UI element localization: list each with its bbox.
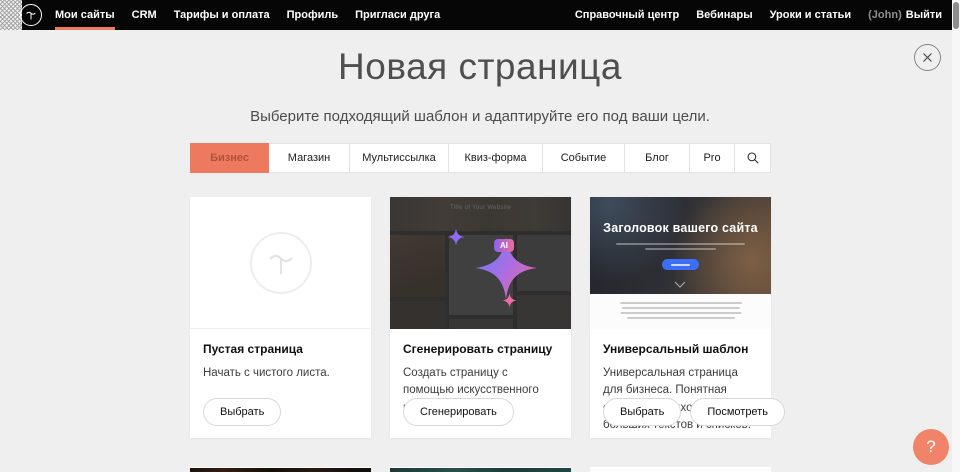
close-button[interactable]: [914, 44, 941, 71]
template-text-block: [590, 294, 771, 329]
tab-event[interactable]: Событие: [543, 143, 625, 173]
nav-webinars[interactable]: Вебинары: [696, 0, 752, 30]
text-placeholder-line: [645, 248, 716, 250]
blank-preview: [190, 197, 371, 329]
template-hero-heading: Заголовок вашего сайта: [590, 221, 771, 235]
template-card-blank[interactable]: Пустая страница Начать с чистого листа. …: [190, 197, 371, 438]
card-actions: Выбрать: [203, 398, 281, 426]
text-placeholder-line: [616, 243, 745, 245]
tab-shop[interactable]: Магазин: [269, 143, 350, 173]
template-card-partial[interactable]: [390, 467, 571, 472]
card-title: Сгенерировать страницу: [403, 342, 558, 356]
generate-button[interactable]: Сгенерировать: [403, 398, 514, 426]
template-thumbnail: [190, 468, 371, 472]
text-placeholder-line: [620, 302, 742, 304]
card-description: Начать с чистого листа.: [203, 365, 358, 382]
close-icon: [922, 52, 933, 63]
top-header: Мои сайты CRM Тарифы и оплата Профиль Пр…: [0, 0, 960, 30]
template-cta-button: [662, 259, 699, 270]
universal-preview: Заголовок вашего сайта: [590, 197, 771, 329]
text-placeholder-line: [620, 312, 741, 314]
help-button[interactable]: ?: [913, 429, 949, 465]
ai-preview: Title of Your Website AI: [390, 197, 571, 329]
tab-search[interactable]: [735, 143, 771, 173]
text-placeholder-line: [622, 307, 740, 309]
tab-business[interactable]: Бизнес: [190, 143, 269, 173]
card-title: Пустая страница: [203, 342, 358, 356]
card-actions: Выбрать Посмотреть: [603, 398, 785, 426]
small-sparkle-icon: [502, 293, 517, 308]
nav-tariffs[interactable]: Тарифы и оплата: [174, 0, 270, 30]
nav-my-sites[interactable]: Мои сайты: [55, 0, 115, 30]
template-hero: Заголовок вашего сайта: [590, 197, 771, 294]
preview-universal-button[interactable]: Посмотреть: [690, 398, 785, 426]
nav-invite-friend[interactable]: Пригласи друга: [355, 0, 440, 30]
ai-badge: AI: [494, 239, 514, 252]
template-card-partial[interactable]: [190, 467, 371, 472]
text-placeholder-line: [627, 317, 735, 319]
choose-blank-button[interactable]: Выбрать: [203, 398, 281, 426]
template-card-partial[interactable]: [590, 467, 771, 472]
nav-help-center[interactable]: Справочный центр: [575, 0, 679, 30]
tilda-logo-icon[interactable]: [20, 4, 42, 26]
chevron-down-icon: [674, 281, 686, 288]
small-sparkle-icon: [447, 228, 465, 246]
page-scrollbar[interactable]: [952, 0, 960, 472]
nav-lessons[interactable]: Уроки и статьи: [770, 0, 852, 30]
choose-universal-button[interactable]: Выбрать: [603, 398, 681, 426]
corner-texture: [0, 0, 22, 30]
question-icon: ?: [926, 437, 935, 457]
template-thumbnail: [390, 468, 571, 472]
page-title: Новая страница: [0, 46, 960, 88]
template-card-universal[interactable]: Заголовок вашего сайта Универсальный шаб…: [590, 197, 771, 438]
template-card-ai[interactable]: Title of Your Website AI Сгенерировать с…: [390, 197, 571, 438]
nav-crm[interactable]: CRM: [132, 0, 157, 30]
page-subtitle: Выберите подходящий шаблон и адаптируйте…: [0, 108, 960, 125]
tilda-logo-watermark-icon: [250, 232, 312, 294]
search-icon: [746, 151, 760, 165]
card-title: Универсальный шаблон: [603, 342, 758, 356]
nav-profile[interactable]: Профиль: [287, 0, 338, 30]
user-block: (John) Выйти: [868, 0, 942, 30]
logout-link[interactable]: Выйти: [906, 9, 942, 21]
template-thumbnail: [590, 468, 771, 472]
tab-multilink[interactable]: Мультиссылка: [350, 143, 449, 173]
tab-quiz-form[interactable]: Квиз-форма: [449, 143, 543, 173]
user-name: (John): [868, 9, 902, 21]
tab-blog[interactable]: Блог: [625, 143, 690, 173]
main-nav: Мои сайты CRM Тарифы и оплата Профиль Пр…: [55, 0, 440, 30]
tab-pro[interactable]: Pro: [690, 143, 735, 173]
card-actions: Сгенерировать: [403, 398, 514, 426]
scrollbar-thumb[interactable]: [953, 2, 959, 29]
template-category-tabs: Бизнес Магазин Мультиссылка Квиз-форма С…: [190, 143, 771, 173]
secondary-nav: Справочный центр Вебинары Уроки и статьи…: [575, 0, 942, 30]
